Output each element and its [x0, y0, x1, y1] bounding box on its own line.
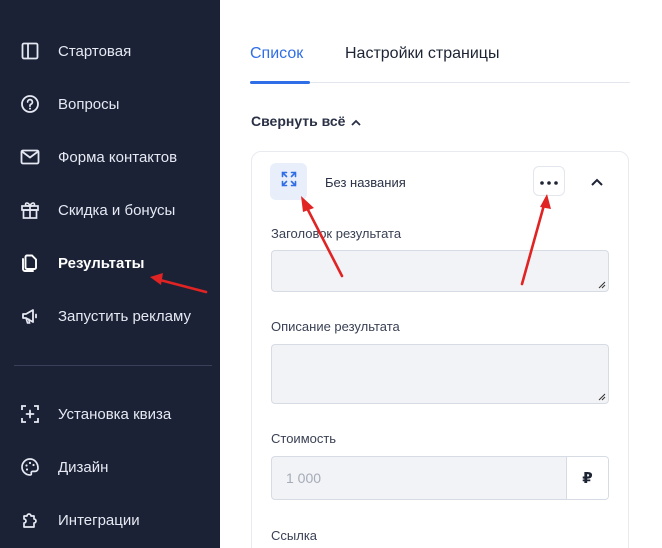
card-title: Без названия: [325, 175, 406, 190]
currency-selector[interactable]: ₽: [566, 457, 608, 499]
sidebar-item-label: Дизайн: [58, 458, 109, 476]
mail-icon: [20, 147, 40, 167]
price-label: Стоимость: [271, 431, 337, 446]
megaphone-icon: [20, 306, 40, 326]
layout-panel-icon: [20, 41, 40, 61]
result-title-label: Заголовок результата: [271, 226, 402, 241]
sidebar-item-label: Вопросы: [58, 95, 120, 113]
sidebar-item-label: Форма контактов: [58, 148, 178, 166]
sidebar: Стартовая Вопросы Форма контактов Скидка…: [0, 0, 220, 548]
tab-bar: Список Настройки страницы: [250, 40, 630, 83]
sidebar-divider: [14, 365, 212, 366]
expand-button[interactable]: [270, 163, 307, 200]
puzzle-icon: [20, 510, 40, 530]
sidebar-item-label: Запустить рекламу: [58, 307, 191, 325]
sidebar-item-label: Результаты: [58, 254, 145, 272]
tab-page-settings[interactable]: Настройки страницы: [345, 45, 499, 63]
sidebar-item-discounts[interactable]: Скидка и бонусы: [0, 192, 220, 228]
sidebar-item-install[interactable]: Установка квиза: [0, 396, 220, 432]
result-description-input[interactable]: [271, 344, 609, 404]
price-field: ₽: [271, 456, 609, 500]
sidebar-item-ads[interactable]: Запустить рекламу: [0, 298, 220, 334]
install-plus-icon: [20, 404, 40, 424]
expand-arrows-icon: [281, 171, 297, 192]
price-input[interactable]: [272, 457, 568, 499]
sidebar-item-label: Интеграции: [58, 511, 140, 529]
sidebar-item-label: Стартовая: [58, 42, 132, 60]
collapse-all-label: Свернуть всё: [251, 113, 346, 129]
sidebar-item-contact-form[interactable]: Форма контактов: [0, 139, 220, 175]
chevron-up-icon: [591, 173, 603, 191]
result-description-label: Описание результата: [271, 319, 400, 334]
gift-icon: [20, 200, 40, 220]
sidebar-item-results[interactable]: Результаты: [0, 245, 220, 281]
results-pages-icon: [20, 253, 40, 273]
sidebar-item-integrations[interactable]: Интеграции: [0, 502, 220, 538]
palette-icon: [20, 457, 40, 477]
sidebar-item-start[interactable]: Стартовая: [0, 33, 220, 69]
more-options-button[interactable]: [533, 166, 565, 196]
tab-list[interactable]: Список: [250, 45, 303, 63]
collapse-card-button[interactable]: [586, 172, 608, 192]
resize-grip-icon[interactable]: [598, 393, 606, 401]
chevron-up-icon: [351, 113, 362, 129]
more-dots-icon: [540, 172, 558, 190]
sidebar-item-label: Скидка и бонусы: [58, 201, 176, 219]
result-title-input[interactable]: [271, 250, 609, 292]
collapse-all-button[interactable]: Свернуть всё: [251, 113, 362, 129]
active-tab-indicator: [250, 81, 310, 84]
question-circle-icon: [20, 94, 40, 114]
sidebar-item-label: Установка квиза: [58, 405, 172, 423]
link-label: Ссылка: [271, 528, 318, 543]
sidebar-item-questions[interactable]: Вопросы: [0, 86, 220, 122]
sidebar-item-design[interactable]: Дизайн: [0, 449, 220, 485]
resize-grip-icon[interactable]: [598, 281, 606, 289]
